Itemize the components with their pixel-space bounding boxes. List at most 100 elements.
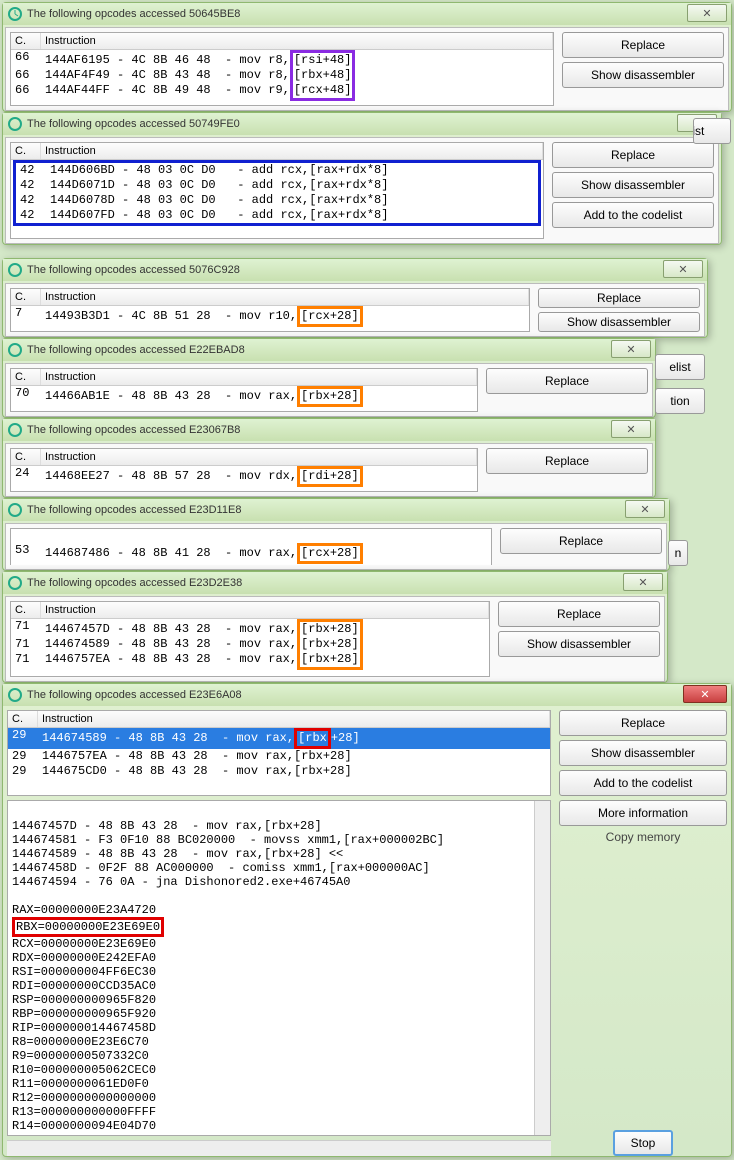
codelist-button[interactable]: Add to the codelist	[559, 770, 727, 796]
table-row[interactable]: 711446757EA - 48 8B 43 28 - mov rax,[rbx…	[11, 652, 489, 670]
col-instruction: Instruction	[41, 33, 553, 49]
register-line-hl: RBX=00000000E23E69E0	[12, 917, 164, 937]
window-title: The following opcodes accessed E23D2E38	[27, 577, 663, 589]
titlebar[interactable]: The following opcodes accessed E22EBAD8 …	[3, 339, 655, 361]
opcode-window-3: The following opcodes accessed 5076C928 …	[2, 258, 708, 338]
list-header: C. Instruction	[11, 143, 543, 160]
titlebar[interactable]: The following opcodes accessed 50645BE8 …	[3, 3, 731, 25]
scrollbar-horizontal[interactable]	[7, 1140, 551, 1156]
register-line: R14=0000000094E04D70	[12, 1119, 156, 1133]
close-button[interactable]: ✕	[611, 340, 651, 358]
table-row[interactable]: 291446757EA - 48 8B 43 28 - mov rax,[rbx…	[8, 749, 550, 764]
table-row[interactable]: 29144675CD0 - 48 8B 43 28 - mov rax,[rbx…	[8, 764, 550, 779]
titlebar[interactable]: The following opcodes accessed 50749FE0 …	[3, 113, 721, 135]
replace-button[interactable]: Replace	[559, 710, 727, 736]
titlebar[interactable]: The following opcodes accessed E23D2E38 …	[3, 572, 667, 594]
replace-button[interactable]: Replace	[500, 528, 662, 554]
register-line: R12=0000000000000000	[12, 1091, 156, 1105]
app-icon	[7, 687, 23, 703]
table-row[interactable]: 2414468EE27 - 48 8B 57 28 - mov rdx,[rdi…	[11, 466, 477, 487]
close-button[interactable]: ✕	[683, 685, 727, 703]
disassembler-button[interactable]: Show disassembler	[559, 740, 727, 766]
instruction-list[interactable]: C.Instruction 29144674589 - 48 8B 43 28 …	[7, 710, 551, 796]
table-row[interactable]: 71144674589 - 48 8B 43 28 - mov rax,[rbx…	[11, 637, 489, 652]
register-line: R9=00000000507332C0	[12, 1049, 149, 1063]
register-line: RDX=00000000E242EFA0	[12, 951, 156, 965]
app-icon	[7, 6, 23, 22]
table-row[interactable]: 42144D6071D - 48 03 0C D0 - add rcx,[rax…	[16, 178, 538, 193]
instruction-list[interactable]: C.Instruction 7114467457D - 48 8B 43 28 …	[10, 601, 490, 677]
stop-button[interactable]: Stop	[613, 1130, 673, 1156]
moreinfo-button-partial[interactable]: tion	[655, 388, 705, 414]
table-row[interactable]: 7114467457D - 48 8B 43 28 - mov rax,[rbx…	[11, 619, 489, 637]
close-button[interactable]: ✕	[663, 260, 703, 278]
table-row[interactable]: 42144D6078D - 48 03 0C D0 - add rcx,[rax…	[16, 193, 538, 208]
table-row[interactable]: 42144D606BD - 48 03 0C D0 - add rcx,[rax…	[16, 163, 538, 178]
codelist-button-partial[interactable]: Add to the codelist	[693, 118, 731, 144]
titlebar[interactable]: The following opcodes accessed E23067B8 …	[3, 419, 655, 441]
window-title: The following opcodes accessed E23D11E8	[27, 504, 665, 516]
register-line: R8=00000000E23E6C70	[12, 1035, 149, 1049]
opcode-window-8: The following opcodes accessed E23E6A08 …	[2, 683, 732, 1157]
detail-pane[interactable]: 14467457D - 48 8B 43 28 - mov rax,[rbx+2…	[7, 800, 551, 1136]
register-line: RSI=000000004FF6EC30	[12, 965, 156, 979]
app-icon	[7, 262, 23, 278]
replace-button[interactable]: Replace	[486, 448, 648, 474]
table-row[interactable]: 66144AF4F49 - 4C 8B 43 48 - mov r8,[rbx+…	[11, 68, 553, 83]
register-line: RDI=00000000CCD35AC0	[12, 979, 156, 993]
replace-button[interactable]: Replace	[538, 288, 700, 308]
app-icon	[7, 342, 23, 358]
instruction-list[interactable]: C.Instruction 7014466AB1E - 48 8B 43 28 …	[10, 368, 478, 412]
list-header: C. Instruction	[11, 33, 553, 50]
disassembler-button[interactable]: Show disassembler	[498, 631, 660, 657]
disassembler-button[interactable]: Show disassembler	[538, 312, 700, 332]
replace-button[interactable]: Replace	[562, 32, 724, 58]
disassembler-button[interactable]: Show disassembler	[552, 172, 714, 198]
opcode-window-6: The following opcodes accessed E23D11E8 …	[2, 498, 670, 571]
replace-button[interactable]: Replace	[486, 368, 648, 394]
titlebar[interactable]: The following opcodes accessed 5076C928 …	[3, 259, 707, 281]
titlebar[interactable]: The following opcodes accessed E23D11E8 …	[3, 499, 669, 521]
close-button[interactable]: ✕	[625, 500, 665, 518]
register-line: R10=000000005062CEC0	[12, 1063, 156, 1077]
instruction-list[interactable]: C. Instruction 66144AF6195 - 4C 8B 46 48…	[10, 32, 554, 106]
disassembler-button[interactable]: Show disassembler	[562, 62, 724, 88]
table-row[interactable]: 42144D607FD - 48 03 0C D0 - add rcx,[rax…	[16, 208, 538, 223]
instruction-list[interactable]: 53144687486 - 48 8B 41 28 - mov rax,[rcx…	[10, 528, 492, 565]
detail-line: 144674594 - 76 0A - jna Dishonored2.exe+…	[12, 875, 350, 889]
window-title: The following opcodes accessed 5076C928	[27, 264, 703, 276]
scrollbar-vertical[interactable]	[534, 801, 550, 1135]
close-button[interactable]: ✕	[611, 420, 651, 438]
close-button[interactable]: ✕	[623, 573, 663, 591]
table-row[interactable]: 714493B3D1 - 4C 8B 51 28 - mov r10,[rcx+…	[11, 306, 529, 327]
moreinfo-button[interactable]: More information	[559, 800, 727, 826]
opcode-window-7: The following opcodes accessed E23D2E38 …	[2, 571, 668, 683]
register-line: RBP=000000000965F920	[12, 1007, 156, 1021]
opcode-window-1: The following opcodes accessed 50645BE8 …	[2, 2, 732, 112]
app-icon	[7, 116, 23, 132]
table-row[interactable]: 66144AF44FF - 4C 8B 49 48 - mov r9,[rcx+…	[11, 83, 553, 101]
replace-button[interactable]: Replace	[498, 601, 660, 627]
opcode-window-5: The following opcodes accessed E23067B8 …	[2, 418, 656, 498]
table-row[interactable]: 53144687486 - 48 8B 41 28 - mov rax,[rcx…	[11, 529, 491, 564]
table-row[interactable]: 66144AF6195 - 4C 8B 46 48 - mov r8,[rsi+…	[11, 50, 553, 68]
detail-line: 14467457D - 48 8B 43 28 - mov rax,[rbx+2…	[12, 819, 322, 833]
col-count: C.	[11, 33, 41, 49]
instruction-list[interactable]: C.Instruction 714493B3D1 - 4C 8B 51 28 -…	[10, 288, 530, 332]
titlebar[interactable]: The following opcodes accessed E23E6A08 …	[3, 684, 731, 706]
table-row[interactable]: 7014466AB1E - 48 8B 43 28 - mov rax,[rbx…	[11, 386, 477, 407]
register-line: RIP=000000014467458D	[12, 1021, 156, 1035]
close-button[interactable]: ✕	[687, 4, 727, 22]
detail-line: 14467458D - 0F2F 88 AC000000 - comiss xm…	[12, 861, 430, 875]
register-line: R11=0000000061ED0F0	[12, 1077, 149, 1091]
copy-memory-label[interactable]: Copy memory	[559, 830, 727, 844]
table-row[interactable]: 29144674589 - 48 8B 43 28 - mov rax,[rbx…	[8, 728, 550, 749]
detail-line: 144674589 - 48 8B 43 28 - mov rax,[rbx+2…	[12, 847, 343, 861]
instruction-list[interactable]: C.Instruction 2414468EE27 - 48 8B 57 28 …	[10, 448, 478, 492]
codelist-button-partial[interactable]: elist	[655, 354, 705, 380]
replace-button[interactable]: Replace	[552, 142, 714, 168]
codelist-button[interactable]: Add to the codelist	[552, 202, 714, 228]
detail-line: 144674581 - F3 0F10 88 BC020000 - movss …	[12, 833, 444, 847]
moreinfo-button-partial[interactable]: n	[668, 540, 688, 566]
instruction-list[interactable]: C. Instruction 42144D606BD - 48 03 0C D0…	[10, 142, 544, 239]
